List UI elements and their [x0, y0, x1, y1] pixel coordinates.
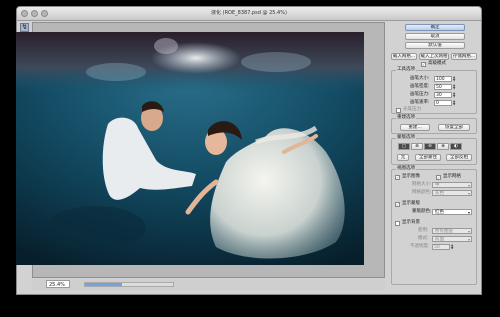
mask-all-button[interactable]: 全部蒙住: [415, 154, 441, 161]
options-panel: 确定 取消 默认值 载入网格... 载入上次网格 存储网格... ✓ 高级模式 …: [389, 22, 479, 290]
mask-color-value: 红色: [435, 210, 444, 215]
brush-pressure-stepper[interactable]: ▲ ▼: [453, 92, 456, 98]
stylus-pressure-label: 光笔压力: [403, 107, 421, 112]
mesh-size-select[interactable]: 中 ▾: [432, 182, 472, 188]
brush-size-stepper[interactable]: ▲ ▼: [453, 76, 456, 82]
mask-none-button[interactable]: 无: [397, 154, 409, 161]
backdrop-mode-select[interactable]: 前面 ▾: [432, 236, 472, 242]
invert-all-button[interactable]: 全部反相: [446, 154, 472, 161]
backdrop-use-select[interactable]: 所有图层 ▾: [432, 228, 472, 234]
brush-density-stepper[interactable]: ▲ ▼: [453, 84, 456, 90]
status-bar: 25.4%: [32, 279, 385, 290]
reconstruct-options-group: 重建选项 重建... 恢复全部: [391, 115, 477, 134]
brush-pressure-input[interactable]: 30: [434, 92, 452, 98]
mask-add-icon[interactable]: ⊕: [411, 143, 423, 150]
progress-bar: [84, 282, 174, 287]
show-mask-label: 显示蒙版: [402, 201, 420, 206]
backdrop-mode-label: 模式:: [418, 236, 429, 241]
title-bar: 液化 (ROE_8387.psd @ 25.4%): [17, 7, 481, 21]
save-mesh-button[interactable]: 存储网格...: [451, 53, 477, 60]
mask-options-group: 蒙版选项 ▢ ⊕ ⊖ ⊗ ◐ 无 全部蒙住 全部反相: [391, 135, 477, 165]
default-button[interactable]: 默认值: [405, 42, 465, 49]
backdrop-use-label: 使用:: [418, 228, 429, 233]
brush-pressure-label: 画笔压力:: [410, 92, 430, 97]
show-image-label: 显示图像: [402, 174, 420, 179]
brush-size-label: 画笔大小:: [410, 76, 430, 81]
reconstruct-options-heading: 重建选项: [396, 115, 416, 121]
brush-density-input[interactable]: 50: [434, 84, 452, 90]
restore-all-button[interactable]: 恢复全部: [438, 124, 470, 131]
mask-invert-icon[interactable]: ◐: [450, 143, 462, 150]
mask-options-heading: 蒙版选项: [396, 135, 416, 141]
mesh-size-value: 中: [435, 183, 440, 188]
backdrop-mode-value: 前面: [435, 237, 444, 242]
load-mesh-button[interactable]: 载入网格...: [391, 53, 417, 60]
backdrop-opacity-stepper[interactable]: ▲ ▼: [451, 244, 454, 250]
brush-rate-input[interactable]: 0: [434, 100, 452, 106]
brush-size-input[interactable]: 100: [434, 76, 452, 82]
mask-color-select[interactable]: 红色 ▾: [432, 209, 472, 215]
chevron-down-icon: ▾: [467, 183, 470, 188]
mesh-color-label: 网格颜色:: [412, 190, 432, 195]
tool-options-group: 工具选项 画笔大小: 100 ▲ ▼ 画笔密度: 50 ▲ ▼ 画笔压力: 30 ▲…: [391, 67, 477, 114]
show-backdrop-checkbox[interactable]: [395, 221, 400, 226]
advanced-mode-checkbox[interactable]: ✓: [421, 62, 426, 67]
reconstruct-button[interactable]: 重建...: [400, 124, 430, 131]
mesh-color-value: 灰色: [435, 191, 444, 196]
brush-density-label: 画笔密度:: [410, 84, 430, 89]
window-title: 液化 (ROE_8387.psd @ 25.4%): [211, 10, 287, 16]
chevron-down-icon: ▾: [467, 191, 470, 196]
chevron-down-icon: ▾: [467, 229, 470, 234]
view-options-heading: 视图选项: [396, 166, 416, 172]
mask-replace-icon[interactable]: ▢: [398, 143, 410, 150]
show-image-checkbox[interactable]: ✓: [395, 175, 400, 180]
chevron-down-icon: ▾: [467, 210, 470, 215]
backdrop-use-value: 所有图层: [435, 229, 453, 234]
zoom-level-field[interactable]: 25.4%: [46, 280, 70, 288]
show-backdrop-label: 显示背景: [402, 220, 420, 225]
mask-intersect-icon[interactable]: ⊗: [437, 143, 449, 150]
ok-button[interactable]: 确定: [405, 24, 465, 31]
mesh-color-select[interactable]: 灰色 ▾: [432, 190, 472, 196]
show-mesh-checkbox[interactable]: ✓: [436, 175, 441, 180]
show-mesh-label: 显示网格: [443, 174, 461, 179]
backdrop-opacity-label: 不透明度:: [410, 244, 430, 249]
tool-options-heading: 工具选项: [396, 67, 416, 73]
show-mask-checkbox[interactable]: ✓: [395, 202, 400, 207]
brush-rate-stepper[interactable]: ▲ ▼: [453, 100, 456, 106]
load-last-mesh-button[interactable]: 载入上次网格: [419, 53, 449, 60]
mask-subtract-icon[interactable]: ⊖: [424, 143, 436, 150]
chevron-down-icon: ▾: [467, 237, 470, 242]
brush-rate-label: 画笔速率:: [410, 100, 430, 105]
stylus-pressure-checkbox[interactable]: [396, 108, 401, 113]
backdrop-opacity-input[interactable]: 50: [432, 244, 450, 250]
progress-fill: [85, 283, 122, 286]
cancel-button[interactable]: 取消: [405, 33, 465, 40]
mesh-size-label: 网格大小:: [412, 182, 432, 187]
forward-warp-icon[interactable]: ↯: [20, 23, 29, 32]
mask-color-label: 蒙版颜色:: [412, 209, 432, 214]
advanced-mode-label: 高级模式: [428, 61, 446, 66]
underwater-photo-preview[interactable]: [16, 32, 364, 265]
view-options-group: 视图选项 ✓ 显示图像 ✓ 显示网格 网格大小: 中 ▾ 网格颜色: 灰色 ▾ ✓ …: [391, 166, 477, 285]
